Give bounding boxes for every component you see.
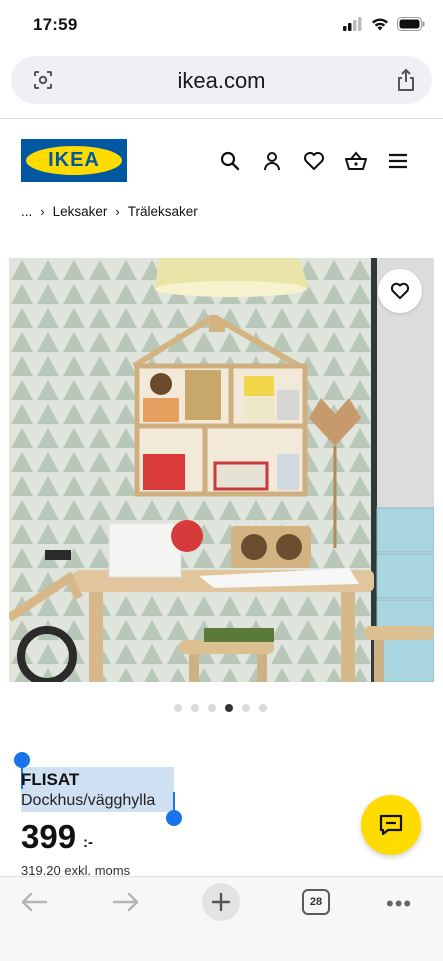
wifi-icon	[372, 18, 388, 31]
chevron-right-icon: ›	[40, 204, 45, 219]
status-time: 17:59	[33, 15, 78, 34]
cellular-signal-icon	[343, 17, 362, 31]
product-price-suffix: :-	[83, 834, 93, 851]
menu-icon[interactable]	[386, 149, 410, 173]
breadcrumb-item-leksaker[interactable]: Leksaker	[53, 204, 108, 219]
selection-handle-end[interactable]	[166, 810, 182, 826]
ikea-logo-text: IKEA	[48, 149, 100, 171]
url-text[interactable]: ikea.com	[11, 68, 432, 94]
gallery-dot[interactable]	[174, 704, 182, 712]
product-description: Dockhus/vägghylla	[21, 792, 156, 809]
heart-icon	[390, 282, 410, 300]
status-bar: 17:59	[0, 0, 443, 52]
breadcrumb-ellipsis[interactable]: ...	[21, 204, 32, 219]
gallery-dot[interactable]	[242, 704, 250, 712]
chat-button[interactable]	[361, 795, 421, 855]
battery-icon	[397, 17, 425, 31]
share-icon[interactable]	[396, 68, 416, 92]
heart-icon[interactable]	[302, 149, 326, 173]
gallery-dot[interactable]	[191, 704, 199, 712]
header-icons	[218, 149, 410, 173]
status-icons	[343, 17, 425, 31]
url-bar[interactable]: ikea.com	[11, 56, 432, 104]
breadcrumb-item-traleksaker[interactable]: Träleksaker	[128, 204, 198, 219]
new-tab-button[interactable]	[202, 883, 240, 921]
header-divider	[0, 118, 443, 119]
chat-icon	[379, 814, 403, 836]
ikea-logo[interactable]: IKEA	[21, 139, 127, 182]
product-image[interactable]	[9, 258, 434, 682]
ikea-logo-oval: IKEA	[26, 146, 122, 175]
breadcrumb: ... › Leksaker › Träleksaker	[21, 204, 198, 219]
user-icon[interactable]	[260, 149, 284, 173]
add-to-favourites-button[interactable]	[378, 269, 422, 313]
chevron-right-icon: ›	[115, 204, 120, 219]
gallery-dot[interactable]	[208, 704, 216, 712]
more-options-icon[interactable]: •••	[386, 891, 412, 917]
gallery-pagination	[174, 704, 267, 712]
plus-icon	[211, 892, 231, 912]
product-name: FLISAT	[21, 770, 80, 789]
browser-bottom-bar: 28 •••	[0, 876, 443, 961]
forward-arrow-icon[interactable]	[112, 891, 140, 913]
gallery-dot[interactable]	[259, 704, 267, 712]
basket-icon[interactable]	[344, 149, 368, 173]
product-photo-illustration	[9, 258, 434, 682]
back-arrow-icon[interactable]	[20, 891, 48, 913]
product-price: 399	[21, 818, 77, 855]
search-icon[interactable]	[218, 149, 242, 173]
gallery-dot-active[interactable]	[225, 704, 233, 712]
selection-handle-start[interactable]	[14, 752, 30, 768]
tab-count-button[interactable]: 28	[302, 889, 330, 915]
